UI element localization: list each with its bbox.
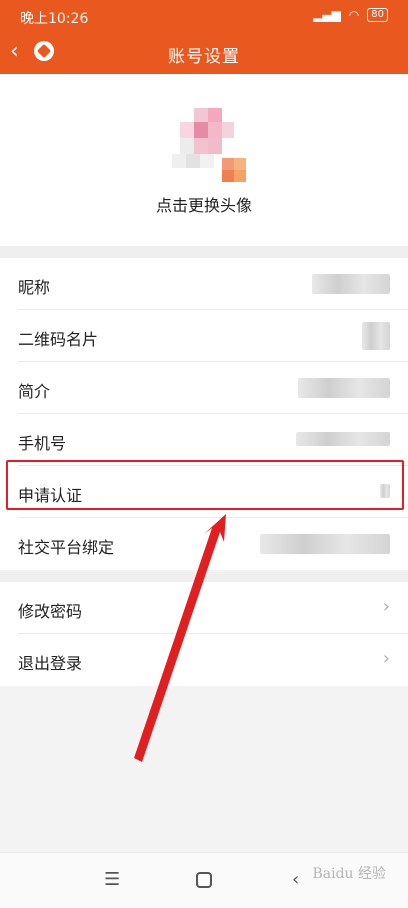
row-label: 修改密码 xyxy=(18,602,83,621)
row-nickname[interactable]: 昵称 xyxy=(18,258,408,310)
home-icon[interactable] xyxy=(196,872,212,888)
nickname-value-blurred xyxy=(312,274,390,294)
change-avatar-label[interactable]: 点击更换头像 xyxy=(0,192,408,216)
verification-status-blurred xyxy=(380,484,390,498)
status-time: 晚上10:26 xyxy=(20,11,89,27)
back-nav-icon[interactable]: ‹ xyxy=(292,869,299,890)
page-title: 账号设置 xyxy=(168,47,240,67)
row-label: 社交平台绑定 xyxy=(18,538,115,557)
row-logout[interactable]: 退出登录 › xyxy=(18,634,408,686)
bio-value-blurred xyxy=(298,378,390,398)
row-bio[interactable]: 简介 xyxy=(18,362,408,414)
qr-code-thumbnail-blurred xyxy=(362,322,390,350)
chevron-right-icon: › xyxy=(382,648,390,669)
status-icons: ▂▄▆ ◠ 80 xyxy=(313,8,388,22)
account-settings-list: 修改密码 › 退出登录 › xyxy=(0,582,408,686)
row-label: 申请认证 xyxy=(18,486,83,505)
system-nav-bar: ☰ ‹ Baidu 经验 xyxy=(0,852,408,908)
wifi-icon: ◠ xyxy=(348,8,360,22)
row-social-binding[interactable]: 社交平台绑定 xyxy=(18,518,408,570)
row-apply-verification[interactable]: 申请认证 xyxy=(18,466,408,518)
row-label: 二维码名片 xyxy=(18,330,99,349)
battery-icon: 80 xyxy=(367,8,388,22)
avatar-section[interactable]: 点击更换头像 xyxy=(0,74,408,246)
row-label: 简介 xyxy=(18,382,51,401)
avatar[interactable] xyxy=(172,104,252,194)
section-divider xyxy=(0,572,408,582)
row-label: 手机号 xyxy=(18,434,67,453)
section-divider xyxy=(0,246,408,258)
profile-settings-list: 昵称 二维码名片 简介 手机号 申请认证 社交平台绑定 xyxy=(0,258,408,570)
status-bar: 晚上10:26 ▂▄▆ ◠ 80 xyxy=(0,0,408,32)
nav-bar: ‹ 账号设置 xyxy=(0,32,408,74)
row-change-password[interactable]: 修改密码 › xyxy=(18,582,408,634)
watermark: Baidu 经验 xyxy=(312,866,386,882)
social-accounts-blurred xyxy=(260,534,390,554)
row-qr-card[interactable]: 二维码名片 xyxy=(18,310,408,362)
row-label: 退出登录 xyxy=(18,654,83,673)
phone-value-blurred xyxy=(296,432,390,446)
chevron-right-icon: › xyxy=(382,596,390,617)
row-label: 昵称 xyxy=(18,278,51,297)
signal-icon: ▂▄▆ xyxy=(313,8,341,22)
row-phone[interactable]: 手机号 xyxy=(18,414,408,466)
menu-icon[interactable]: ☰ xyxy=(104,869,120,890)
